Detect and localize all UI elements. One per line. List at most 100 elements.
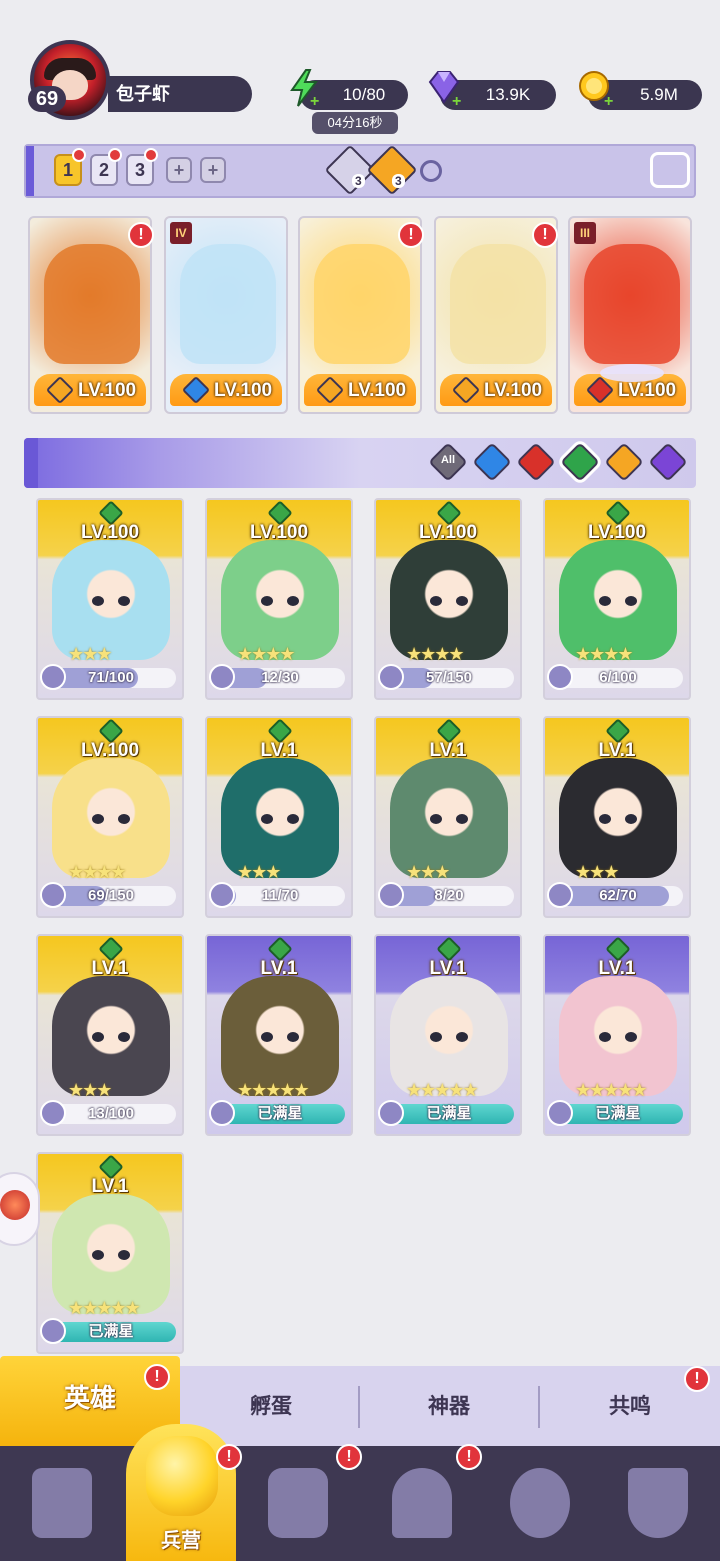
hero-eye <box>625 814 637 824</box>
search-icon[interactable] <box>420 160 442 182</box>
nav-guild[interactable] <box>500 1462 580 1546</box>
hero-eye <box>92 1250 104 1260</box>
shard-icon <box>40 882 66 908</box>
hero-eye <box>118 1250 130 1260</box>
guild-icon <box>510 1468 570 1538</box>
hero-stars: ★★★ <box>575 862 619 882</box>
hero-portrait <box>584 244 680 364</box>
tab-artifact[interactable]: 神器 <box>360 1384 538 1430</box>
hero-portrait <box>314 244 410 364</box>
hero-card[interactable]: LV.1 ★★★ 8/20 <box>374 716 522 918</box>
hero-level: LV.100 <box>249 522 309 543</box>
hero-card[interactable]: LV.1 ★★★★★ 已满星 <box>36 1152 184 1354</box>
tab-hatch[interactable]: 孵蛋 <box>182 1384 360 1430</box>
hero-portrait <box>52 758 170 878</box>
svg-text:+: + <box>310 93 319 108</box>
hero-card[interactable]: LV.100 ★★★★ 6/100 <box>543 498 691 700</box>
hero-card[interactable]: LV.1 ★★★★★ 已满星 <box>543 934 691 1136</box>
player-level: 69 <box>28 86 66 112</box>
nav-barracks-alert: ! <box>216 1444 242 1470</box>
add-team-button[interactable]: + <box>200 157 226 183</box>
hero-stars: ★★★★★ <box>237 1080 310 1100</box>
share-icon[interactable] <box>650 152 690 188</box>
nav-battle[interactable] <box>618 1462 698 1546</box>
hero-alert: ! <box>128 222 154 248</box>
floating-avatar-button[interactable] <box>0 1172 40 1246</box>
squad-hero-card[interactable]: LV.100 IV <box>164 216 288 414</box>
hero-portrait <box>44 244 140 364</box>
hero-level: LV.100 <box>587 522 647 543</box>
hero-level: LV.100 <box>348 380 407 401</box>
shard-icon <box>547 664 573 690</box>
hero-level: LV.100 <box>80 740 140 761</box>
hero-card[interactable]: LV.1 ★★★★★ 已满星 <box>205 934 353 1136</box>
hero-level: LV.1 <box>429 958 467 979</box>
map-icon <box>268 1468 328 1538</box>
hero-level: LV.100 <box>418 522 478 543</box>
hero-card[interactable]: LV.1 ★★★ 62/70 <box>543 716 691 918</box>
nav-shop[interactable] <box>382 1462 462 1546</box>
hero-stars: ★★★★ <box>406 644 465 664</box>
hero-level: LV.1 <box>260 958 298 979</box>
hero-stars: ★★★★ <box>575 644 634 664</box>
hero-stars: ★★★ <box>237 862 281 882</box>
shard-icon <box>40 1100 66 1126</box>
hero-stars: ★★★ <box>68 644 112 664</box>
hero-card[interactable]: LV.100 ★★★★ 12/30 <box>205 498 353 700</box>
hero-eye <box>92 1032 104 1042</box>
hero-eye <box>599 814 611 824</box>
add-team-button[interactable]: + <box>166 157 192 183</box>
hero-level: LV.100 <box>618 380 677 401</box>
hero-eye <box>287 814 299 824</box>
hero-alert: ! <box>532 222 558 248</box>
hero-eye <box>430 814 442 824</box>
hero-stars: ★★★★★ <box>68 1298 141 1318</box>
nav-map-alert: ! <box>336 1444 362 1470</box>
shard-icon <box>547 882 573 908</box>
nav-barracks-label: 兵营 <box>161 1530 201 1552</box>
light-element-count: 3 <box>392 174 405 188</box>
nav-map[interactable] <box>258 1462 338 1546</box>
energy-value: 10/80 <box>342 85 386 104</box>
hero-eye <box>430 596 442 606</box>
hero-stars: ★★★★ <box>68 862 127 882</box>
hero-level: LV.1 <box>260 740 298 761</box>
hero-card[interactable]: LV.1 ★★★ 11/70 <box>205 716 353 918</box>
cards-icon <box>32 1468 92 1538</box>
shard-icon <box>209 882 235 908</box>
hero-eye <box>456 596 468 606</box>
battle-icon <box>628 1468 688 1538</box>
hero-stars: ★★★★★ <box>575 1080 648 1100</box>
energy-timer: 04分16秒 <box>312 112 398 134</box>
nav-cards[interactable] <box>22 1462 102 1546</box>
hero-level: LV.1 <box>91 1176 129 1197</box>
squad-hero-card[interactable]: LV.100 III <box>568 216 692 414</box>
hero-portrait <box>559 540 677 660</box>
hero-alert: ! <box>398 222 424 248</box>
hero-portrait <box>390 976 508 1096</box>
hero-portrait <box>559 758 677 878</box>
avatar-icon <box>0 1190 30 1220</box>
hero-card[interactable]: LV.100 ★★★ 71/100 <box>36 498 184 700</box>
hero-level: LV.100 <box>214 380 273 401</box>
hero-eye <box>599 596 611 606</box>
hero-eye <box>92 596 104 606</box>
hero-card[interactable]: LV.1 ★★★★★ 已满星 <box>374 934 522 1136</box>
hero-eye <box>287 1032 299 1042</box>
hero-card[interactable]: LV.100 ★★★★ 69/150 <box>36 716 184 918</box>
hero-eye <box>261 1032 273 1042</box>
gem-icon: + <box>428 71 461 108</box>
shard-icon <box>209 664 235 690</box>
nav-shop-alert: ! <box>456 1444 482 1470</box>
tab-resonance-alert: ! <box>684 1366 710 1392</box>
alert-dot <box>108 148 122 162</box>
svg-text:+: + <box>452 93 461 108</box>
filter-all-label: All <box>440 454 456 466</box>
hero-portrait <box>52 540 170 660</box>
hero-card[interactable]: LV.1 ★★★ 13/100 <box>36 934 184 1136</box>
player-name: 包子虾 <box>108 76 252 112</box>
hero-eye <box>599 1032 611 1042</box>
rank-badge: III <box>574 222 596 244</box>
hero-portrait <box>180 244 276 364</box>
hero-card[interactable]: LV.100 ★★★★ 57/150 <box>374 498 522 700</box>
